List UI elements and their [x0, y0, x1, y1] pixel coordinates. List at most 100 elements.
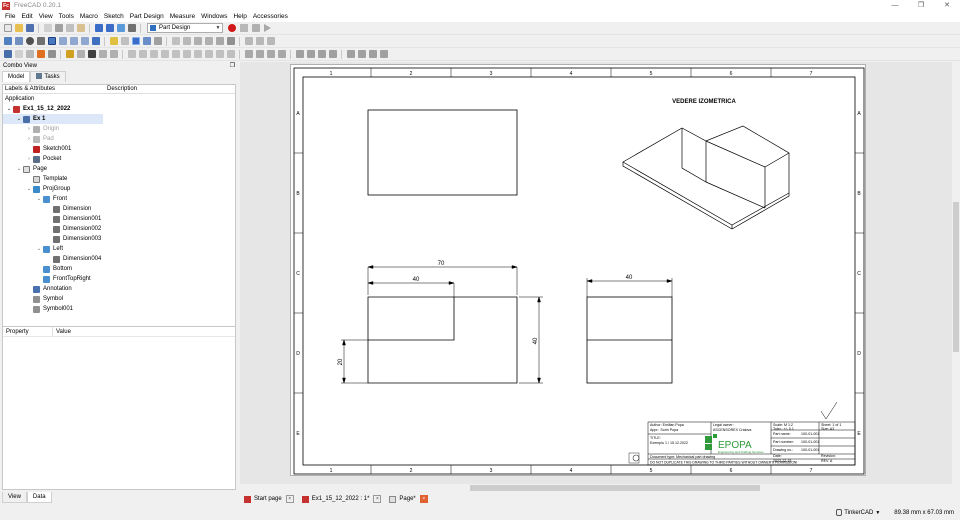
tree-item-origin[interactable]: › Origin	[3, 124, 235, 134]
tree-item-template[interactable]: Template	[3, 174, 235, 184]
tab-view[interactable]: View	[2, 492, 27, 503]
fit-all-icon[interactable]	[3, 37, 12, 45]
tab-document-3d[interactable]: Ex1_15_12_2022 : 1* ×	[298, 494, 386, 505]
measure-refresh-icon[interactable]	[379, 50, 388, 58]
tree-column-description[interactable]: Description	[105, 85, 137, 93]
navigation-style-selector[interactable]: TinkerCAD ▼	[836, 509, 880, 516]
isometric-view[interactable]	[622, 125, 790, 230]
macro-record-icon[interactable]	[228, 24, 236, 32]
refresh-icon[interactable]	[116, 24, 125, 32]
undo-icon[interactable]	[94, 24, 103, 32]
chamfer-icon[interactable]	[306, 50, 315, 58]
chevron-down-icon[interactable]: ⌄	[25, 186, 33, 192]
top-projection-view[interactable]	[367, 109, 518, 196]
cut-icon[interactable]	[54, 24, 63, 32]
restore-button[interactable]: ❐	[908, 0, 934, 11]
tree-item-projgroup[interactable]: ⌄ ProjGroup	[3, 184, 235, 194]
measure-linear-icon[interactable]	[357, 50, 366, 58]
fillet-icon[interactable]	[295, 50, 304, 58]
chevron-right-icon[interactable]: ›	[25, 136, 33, 142]
tree-item-page[interactable]: ⌄ Page	[3, 164, 235, 174]
tree-item-dimension[interactable]: Dimension	[3, 204, 235, 214]
bounding-box-icon[interactable]	[153, 37, 162, 45]
menu-windows[interactable]: Windows	[198, 11, 230, 22]
axis-cross-icon[interactable]	[142, 37, 151, 45]
chevron-down-icon[interactable]: ⌄	[35, 196, 43, 202]
vertical-scrollbar[interactable]	[952, 62, 960, 484]
menu-file[interactable]: File	[2, 11, 18, 22]
datum-point-icon[interactable]	[65, 50, 74, 58]
clipping-icon[interactable]	[182, 37, 191, 45]
thickness-icon[interactable]	[328, 50, 337, 58]
tree-item-ex1-15-12-2022[interactable]: ⌄ Ex1_15_12_2022	[3, 104, 235, 114]
draft-icon[interactable]	[317, 50, 326, 58]
std-group-icon[interactable]	[204, 37, 213, 45]
drawing-sheet[interactable]: 1 2 3 4 5 6 7 1 2 3 4 5 6 7 A B C D E A …	[290, 64, 866, 476]
tree-item-dimension003[interactable]: Dimension003	[3, 234, 235, 244]
additive-pipe-icon[interactable]	[160, 50, 169, 58]
tab-tasks[interactable]: Tasks	[30, 71, 66, 82]
shape-binder-icon[interactable]	[36, 50, 45, 58]
open-folder-icon[interactable]	[14, 24, 23, 32]
draw-style-icon[interactable]	[25, 37, 34, 45]
std-part-icon[interactable]	[120, 37, 129, 45]
datum-plane-icon[interactable]	[87, 50, 96, 58]
linear-pattern-icon[interactable]	[255, 50, 264, 58]
value-column[interactable]: Value	[53, 327, 71, 336]
property-column[interactable]: Property	[3, 327, 53, 336]
tree-column-labels[interactable]: Labels & Attributes	[3, 85, 105, 93]
hole-icon[interactable]	[204, 50, 213, 58]
tree-item-symbol001[interactable]: Symbol001	[3, 304, 235, 314]
front-projection-view[interactable]	[367, 296, 518, 384]
tab-data[interactable]: Data	[26, 492, 52, 503]
dimension-40-right[interactable]	[519, 296, 543, 384]
workbench-selector[interactable]: Part Design ▼	[147, 23, 223, 33]
menu-sketch[interactable]: Sketch	[101, 11, 127, 22]
datum-line-icon[interactable]	[76, 50, 85, 58]
menu-measure[interactable]: Measure	[167, 11, 198, 22]
vertical-scroll-thumb[interactable]	[953, 202, 959, 352]
tree-item-sketch001[interactable]: Sketch001	[3, 144, 235, 154]
tree-item-ex-1[interactable]: ⌄ Ex 1	[3, 114, 103, 124]
close-tab-icon[interactable]: ×	[373, 495, 382, 503]
chevron-down-icon[interactable]: ⌄	[5, 106, 13, 112]
top-view-icon[interactable]	[69, 37, 78, 45]
minimize-button[interactable]: —	[882, 0, 908, 11]
checkmark-symbol[interactable]	[820, 401, 838, 420]
sketch-on-face-icon[interactable]	[109, 50, 118, 58]
tree-item-pad[interactable]: › Pad	[3, 134, 235, 144]
horizontal-scroll-thumb[interactable]	[470, 485, 760, 491]
chevron-down-icon[interactable]: ⌄	[15, 166, 23, 172]
stereo-icon[interactable]	[36, 37, 45, 45]
paste-icon[interactable]	[76, 24, 85, 32]
attach-sketch-icon[interactable]	[255, 37, 264, 45]
print-icon[interactable]	[43, 24, 52, 32]
tab-page[interactable]: Page* ×	[385, 494, 431, 505]
revolution-icon[interactable]	[138, 50, 147, 58]
close-window-button[interactable]: ✕	[934, 0, 960, 11]
front-view-icon[interactable]	[58, 37, 67, 45]
menu-macro[interactable]: Macro	[77, 11, 101, 22]
menu-view[interactable]: View	[36, 11, 56, 22]
additive-box-icon[interactable]	[182, 50, 191, 58]
menu-help[interactable]: Help	[230, 11, 249, 22]
isometric-icon[interactable]	[47, 37, 56, 45]
techdraw-view[interactable]: 1 2 3 4 5 6 7 1 2 3 4 5 6 7 A B C D E A …	[240, 62, 952, 484]
dimension-20[interactable]	[341, 339, 368, 384]
body-tool-icon[interactable]	[3, 50, 12, 58]
dimension-70[interactable]	[367, 265, 518, 296]
expression-icon[interactable]	[226, 37, 235, 45]
fit-selection-icon[interactable]	[14, 37, 23, 45]
redo-icon[interactable]	[105, 24, 114, 32]
menu-part-design[interactable]: Part Design	[127, 11, 167, 22]
tree-item-dimension001[interactable]: Dimension001	[3, 214, 235, 224]
tree-item-front[interactable]: ⌄ Front	[3, 194, 235, 204]
tree-item-dimension004[interactable]: Dimension004	[3, 254, 235, 264]
groove-icon[interactable]	[215, 50, 224, 58]
validate-sketch-icon[interactable]	[266, 37, 275, 45]
boolean-icon[interactable]	[346, 50, 355, 58]
macros-icon[interactable]	[251, 24, 260, 32]
undock-icon[interactable]: ❐	[230, 62, 235, 71]
std-variable-icon[interactable]	[215, 37, 224, 45]
subtractive-loft-icon[interactable]	[226, 50, 235, 58]
